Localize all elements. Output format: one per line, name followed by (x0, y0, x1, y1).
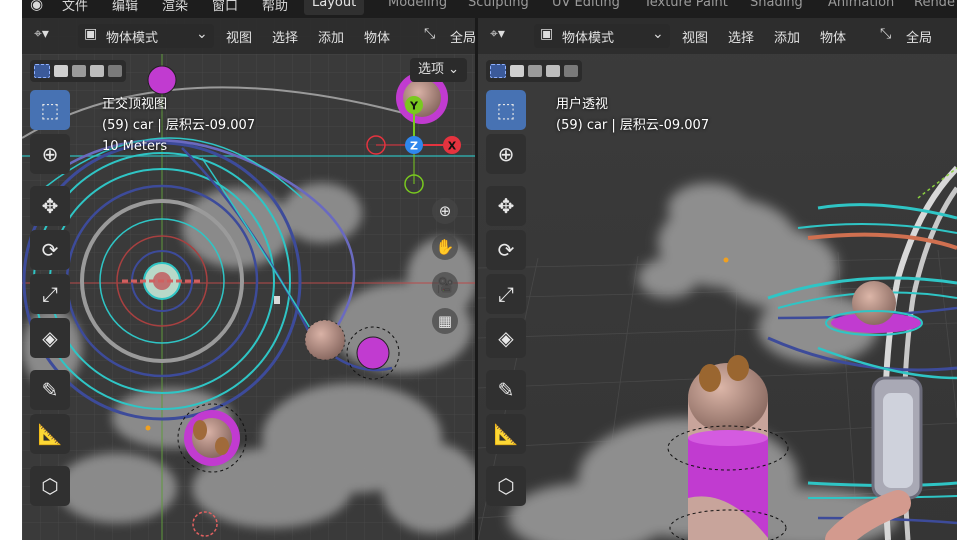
blender-logo-icon[interactable]: ◉ (30, 0, 43, 13)
rotate-tool[interactable]: ⟳ (30, 230, 70, 270)
menu-file[interactable]: 文件 (62, 0, 88, 14)
options-dropdown[interactable]: 选项 ⌄ (410, 58, 468, 82)
gizmo-z-label: Z (410, 140, 418, 153)
left-viewport-header: ⌖▾ ▣ 物体模式 ⌄ 视图 选择 添加 物体 ⤡ 全局 (22, 18, 475, 54)
cursor-tool[interactable]: ⊕ (486, 134, 526, 174)
select-subtract-icon[interactable] (72, 65, 86, 77)
editor-type-icon[interactable]: ⌖▾ (34, 26, 49, 42)
gizmo-y-label: Y (409, 100, 419, 113)
top-menu-bar: ◉ 文件 编辑 渲染 窗口 帮助 Layout Modeling Sculpti… (22, 0, 957, 18)
right-toolbar: ⬚ ⊕ ✥ ⟳ ⤢ ◈ ✎ 📐 ⬡ (486, 90, 528, 510)
right-menu-view[interactable]: 视图 (682, 27, 708, 46)
editor-type-icon[interactable]: ⌖▾ (490, 26, 505, 42)
cursor-tool[interactable]: ⊕ (30, 134, 70, 174)
right-view-object: (59) car | 层积云-09.007 (556, 118, 710, 133)
right-3d-viewport[interactable]: ⌖▾ ▣ 物体模式 ⌄ 视图 选择 添加 物体 ⤡ 全局 ⬚ ⊕ ✥ ⟳ ⤢ ◈… (478, 18, 957, 540)
left-view-scale: 10 Meters (102, 139, 168, 154)
select-intersect-icon[interactable] (108, 65, 122, 77)
workspace-tab-shading[interactable]: Shading (750, 0, 803, 10)
right-viewport-header: ⌖▾ ▣ 物体模式 ⌄ 视图 选择 添加 物体 ⤡ 全局 (478, 18, 957, 54)
left-mode-dropdown[interactable]: ▣ 物体模式 ⌄ (78, 24, 214, 48)
right-view-title: 用户透视 (556, 97, 609, 112)
rotate-tool[interactable]: ⟳ (486, 230, 526, 270)
select-box-tool[interactable]: ⬚ (486, 90, 526, 130)
pan-hand-icon[interactable]: ✋ (432, 234, 458, 260)
transform-tool[interactable]: ◈ (30, 318, 70, 358)
right-mode-dropdown[interactable]: ▣ 物体模式 ⌄ (534, 24, 670, 48)
menu-render[interactable]: 渲染 (162, 0, 188, 14)
left-menu-view[interactable]: 视图 (226, 27, 252, 46)
object-mode-icon: ▣ (84, 26, 98, 42)
add-cube-tool[interactable]: ⬡ (486, 466, 526, 506)
measure-tool[interactable]: 📐 (486, 414, 526, 454)
move-tool[interactable]: ✥ (486, 186, 526, 226)
right-mode-label: 物体模式 (562, 31, 615, 46)
select-extend-icon[interactable] (510, 65, 524, 77)
workspace-tab-uv-editing[interactable]: UV Editing (552, 0, 620, 10)
zoom-icon[interactable]: ⊕ (432, 198, 458, 224)
transform-tool[interactable]: ◈ (486, 318, 526, 358)
transform-orientation-icon[interactable]: ⤡ (880, 26, 891, 42)
right-menu-add[interactable]: 添加 (774, 27, 800, 46)
add-cube-tool[interactable]: ⬡ (30, 466, 70, 506)
right-transform-label[interactable]: 全局 (906, 27, 932, 46)
workspace-tab-sculpting[interactable]: Sculpting (468, 0, 529, 10)
right-viewport-scene[interactable] (478, 18, 957, 540)
select-subtract-icon[interactable] (528, 65, 542, 77)
right-viewport-info: 用户透视 (59) car | 层积云-09.007 (556, 94, 709, 136)
select-invert-icon[interactable] (546, 65, 560, 77)
left-menu-select[interactable]: 选择 (272, 27, 298, 46)
navigation-gizmo[interactable]: Y Z X (362, 90, 472, 200)
annotate-tool[interactable]: ✎ (486, 370, 526, 410)
menu-edit[interactable]: 编辑 (112, 0, 138, 14)
right-menu-object[interactable]: 物体 (820, 27, 846, 46)
workspace-tab-rendering[interactable]: Rende (914, 0, 955, 10)
annotate-tool[interactable]: ✎ (30, 370, 70, 410)
gizmo-x-label: X (448, 140, 457, 153)
select-intersect-icon[interactable] (564, 65, 578, 77)
select-extend-icon[interactable] (54, 65, 68, 77)
measure-tool[interactable]: 📐 (30, 414, 70, 454)
left-viewport-info: 正交顶视图 (59) car | 层积云-09.007 10 Meters (102, 94, 255, 157)
select-box-tool[interactable]: ⬚ (30, 90, 70, 130)
select-invert-icon[interactable] (90, 65, 104, 77)
transform-orientation-icon[interactable]: ⤡ (424, 26, 435, 42)
left-select-mode-bar (30, 60, 126, 82)
right-select-mode-bar (486, 60, 582, 82)
chevron-down-icon: ⌄ (652, 26, 664, 42)
ortho-toggle-icon[interactable]: ▦ (432, 308, 458, 334)
options-label: 选项 (418, 62, 445, 77)
workspace-tab-animation[interactable]: Animation (828, 0, 894, 10)
left-view-title: 正交顶视图 (102, 97, 168, 112)
scale-tool[interactable]: ⤢ (486, 274, 526, 314)
left-view-object: (59) car | 层积云-09.007 (102, 118, 256, 133)
workspace-tab-modeling[interactable]: Modeling (388, 0, 447, 10)
left-menu-object[interactable]: 物体 (364, 27, 390, 46)
select-new-icon[interactable] (34, 64, 50, 78)
workspace-tab-texture-paint[interactable]: Texture Paint (644, 0, 728, 10)
left-mode-label: 物体模式 (106, 31, 159, 46)
select-new-icon[interactable] (490, 64, 506, 78)
chevron-down-icon: ⌄ (196, 26, 208, 42)
move-tool[interactable]: ✥ (30, 186, 70, 226)
left-transform-label[interactable]: 全局 (450, 27, 475, 46)
right-menu-select[interactable]: 选择 (728, 27, 754, 46)
left-toolbar: ⬚ ⊕ ✥ ⟳ ⤢ ◈ ✎ 📐 ⬡ (30, 90, 72, 510)
menu-help[interactable]: 帮助 (262, 0, 288, 14)
left-menu-add[interactable]: 添加 (318, 27, 344, 46)
workspace-tab-layout[interactable]: Layout (304, 0, 365, 15)
left-3d-viewport[interactable]: ⌖▾ ▣ 物体模式 ⌄ 视图 选择 添加 物体 ⤡ 全局 选项 ⌄ ⬚ ⊕ ✥ … (22, 18, 475, 540)
menu-window[interactable]: 窗口 (212, 0, 238, 14)
object-mode-icon: ▣ (540, 26, 554, 42)
camera-view-icon[interactable]: 🎥 (432, 272, 458, 298)
scale-tool[interactable]: ⤢ (30, 274, 70, 314)
